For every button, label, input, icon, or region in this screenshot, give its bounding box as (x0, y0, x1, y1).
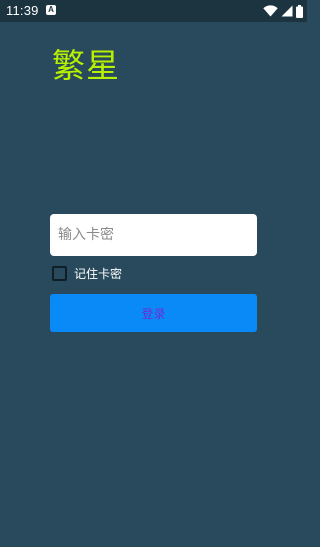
signal-icon (281, 5, 293, 17)
status-time: 11:39 (6, 3, 39, 18)
status-bar: 11:39 A (0, 0, 307, 22)
app-title: 繁星 (52, 46, 120, 85)
notification-icon: A (46, 5, 56, 15)
login-button[interactable]: 登录 (50, 294, 257, 332)
remember-checkbox[interactable] (52, 265, 67, 281)
battery-icon (296, 4, 303, 18)
status-icons (263, 3, 303, 19)
card-key-input[interactable] (50, 214, 257, 256)
remember-label: 记住卡密 (74, 266, 123, 281)
wifi-icon (263, 5, 278, 17)
remember-card-checkbox-row[interactable]: 记住卡密 (52, 264, 122, 282)
